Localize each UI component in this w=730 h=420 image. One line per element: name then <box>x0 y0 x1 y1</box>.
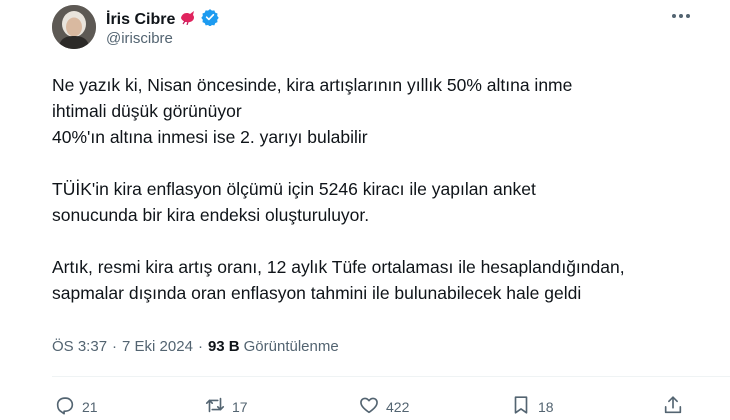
avatar[interactable] <box>52 5 96 49</box>
repost-button[interactable]: 17 <box>204 394 248 419</box>
views-label[interactable]: Görüntülenme <box>244 338 339 355</box>
bookmark-count: 18 <box>538 398 554 415</box>
divider <box>52 376 730 377</box>
like-icon <box>358 394 380 419</box>
like-count: 422 <box>386 398 410 415</box>
tweet-line: sapmalar dışında oran enflasyon tahmini … <box>52 283 582 303</box>
reply-count: 21 <box>82 398 98 415</box>
tweet-text: Ne yazık ki, Nisan öncesinde, kira artış… <box>52 72 717 306</box>
reply-icon <box>54 394 76 419</box>
reply-button[interactable]: 21 <box>54 394 98 419</box>
share-icon <box>662 394 684 419</box>
tweet-line: Ne yazık ki, Nisan öncesinde, kira artış… <box>52 75 573 95</box>
meta-separator: · <box>112 338 118 355</box>
verified-badge-icon[interactable] <box>201 8 220 31</box>
like-button[interactable]: 422 <box>358 394 409 419</box>
tweet-time[interactable]: ÖS 3:37 <box>52 338 107 355</box>
tweet-line: 40%'ın altına inmesi ise 2. yarıyı bulab… <box>52 127 368 147</box>
more-icon[interactable] <box>668 6 694 26</box>
author-name[interactable]: İris Cibre <box>106 11 175 29</box>
avatar-image <box>52 5 96 49</box>
tweet-line: ihtimali düşük görünüyor <box>52 101 242 121</box>
tweet-line: Artık, resmi kira artış oranı, 12 aylık … <box>52 257 625 277</box>
tweet-date[interactable]: 7 Eki 2024 <box>122 338 193 355</box>
author-name-row[interactable]: İris Cibre <box>106 8 220 31</box>
meta-separator: · <box>197 338 203 355</box>
author-handle[interactable]: @iriscibre <box>106 30 173 47</box>
repost-icon <box>204 394 226 419</box>
share-button[interactable] <box>662 394 684 419</box>
repost-count: 17 <box>232 398 248 415</box>
action-bar: 21 17 422 18 <box>52 394 692 418</box>
tweet-line: TÜİK'in kira enflasyon ölçümü için 5246 … <box>52 179 536 199</box>
bookmark-button[interactable]: 18 <box>510 394 554 419</box>
views-count[interactable]: 93 B <box>208 338 240 355</box>
bookmark-icon <box>510 394 532 419</box>
bird-emoji-icon <box>179 9 197 30</box>
tweet-line: sonucunda bir kira endeksi oluşturuluyor… <box>52 205 370 225</box>
tweet-meta: ÖS 3:37 · 7 Eki 2024 · 93 B Görüntülenme <box>52 338 339 355</box>
